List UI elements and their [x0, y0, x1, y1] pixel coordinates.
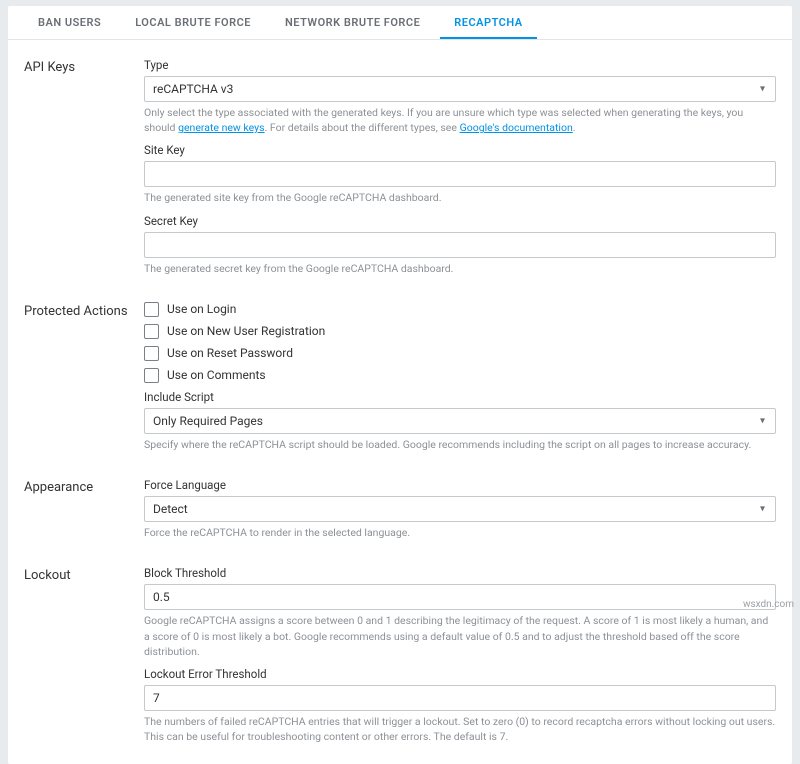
section-title-lockout: Lockout — [24, 566, 144, 752]
force-language-select[interactable]: Detect — [144, 496, 776, 522]
secret-key-input[interactable] — [144, 232, 776, 258]
checkbox-use-on-comments[interactable]: Use on Comments — [144, 368, 776, 383]
section-api-keys: API Keys Type reCAPTCHA v3 Only select t… — [24, 50, 776, 284]
secret-key-helper: The generated secret key from the Google… — [144, 261, 776, 276]
force-language-helper: Force the reCAPTCHA to render in the sel… — [144, 525, 776, 540]
secret-key-label: Secret Key — [144, 214, 776, 228]
tab-ban-users[interactable]: BAN USERS — [24, 6, 115, 39]
section-lockout: Lockout Block Threshold 0.5 Google reCAP… — [24, 558, 776, 752]
watermark: wsxdn.com — [743, 599, 794, 610]
section-appearance: Appearance Force Language Detect Force t… — [24, 470, 776, 548]
checkbox-box-icon — [144, 302, 159, 317]
checkbox-use-on-reset-password[interactable]: Use on Reset Password — [144, 346, 776, 361]
tab-recaptcha[interactable]: RECAPTCHA — [440, 6, 536, 39]
type-helper-text-3: . — [573, 121, 576, 134]
tab-network-brute-force[interactable]: NETWORK BRUTE FORCE — [271, 6, 434, 39]
block-threshold-label: Block Threshold — [144, 566, 776, 580]
tab-local-brute-force[interactable]: LOCAL BRUTE FORCE — [121, 6, 265, 39]
tab-bar: BAN USERS LOCAL BRUTE FORCE NETWORK BRUT… — [8, 6, 792, 40]
include-script-select[interactable]: Only Required Pages — [144, 408, 776, 434]
type-helper: Only select the type associated with the… — [144, 105, 776, 135]
type-select[interactable]: reCAPTCHA v3 — [144, 76, 776, 102]
generate-new-keys-link[interactable]: generate new keys — [178, 121, 264, 134]
google-docs-link[interactable]: Google's documentation — [460, 121, 573, 134]
block-threshold-input[interactable]: 0.5 — [144, 584, 776, 610]
lockout-error-threshold-label: Lockout Error Threshold — [144, 667, 776, 681]
section-title-appearance: Appearance — [24, 478, 144, 548]
checkbox-use-on-registration[interactable]: Use on New User Registration — [144, 324, 776, 339]
lockout-error-threshold-helper: The numbers of failed reCAPTCHA entries … — [144, 714, 776, 744]
block-threshold-helper: Google reCAPTCHA assigns a score between… — [144, 613, 776, 659]
checkbox-box-icon — [144, 346, 159, 361]
type-label: Type — [144, 58, 776, 72]
section-protected-actions: Protected Actions Use on Login Use on Ne… — [24, 294, 776, 460]
checkbox-label-reset-pw: Use on Reset Password — [167, 346, 293, 360]
checkbox-label-registration: Use on New User Registration — [167, 324, 325, 338]
section-title-protected-actions: Protected Actions — [24, 302, 144, 460]
include-script-helper: Specify where the reCAPTCHA script shoul… — [144, 437, 776, 452]
include-script-label: Include Script — [144, 390, 776, 404]
type-helper-text-2: . For details about the different types,… — [265, 121, 460, 134]
checkbox-label-comments: Use on Comments — [167, 368, 266, 382]
checkbox-label-login: Use on Login — [167, 302, 236, 316]
site-key-label: Site Key — [144, 143, 776, 157]
site-key-input[interactable] — [144, 161, 776, 187]
section-title-api-keys: API Keys — [24, 58, 144, 284]
site-key-helper: The generated site key from the Google r… — [144, 190, 776, 205]
checkbox-box-icon — [144, 368, 159, 383]
lockout-error-threshold-input[interactable]: 7 — [144, 685, 776, 711]
checkbox-box-icon — [144, 324, 159, 339]
checkbox-use-on-login[interactable]: Use on Login — [144, 302, 776, 317]
force-language-label: Force Language — [144, 478, 776, 492]
